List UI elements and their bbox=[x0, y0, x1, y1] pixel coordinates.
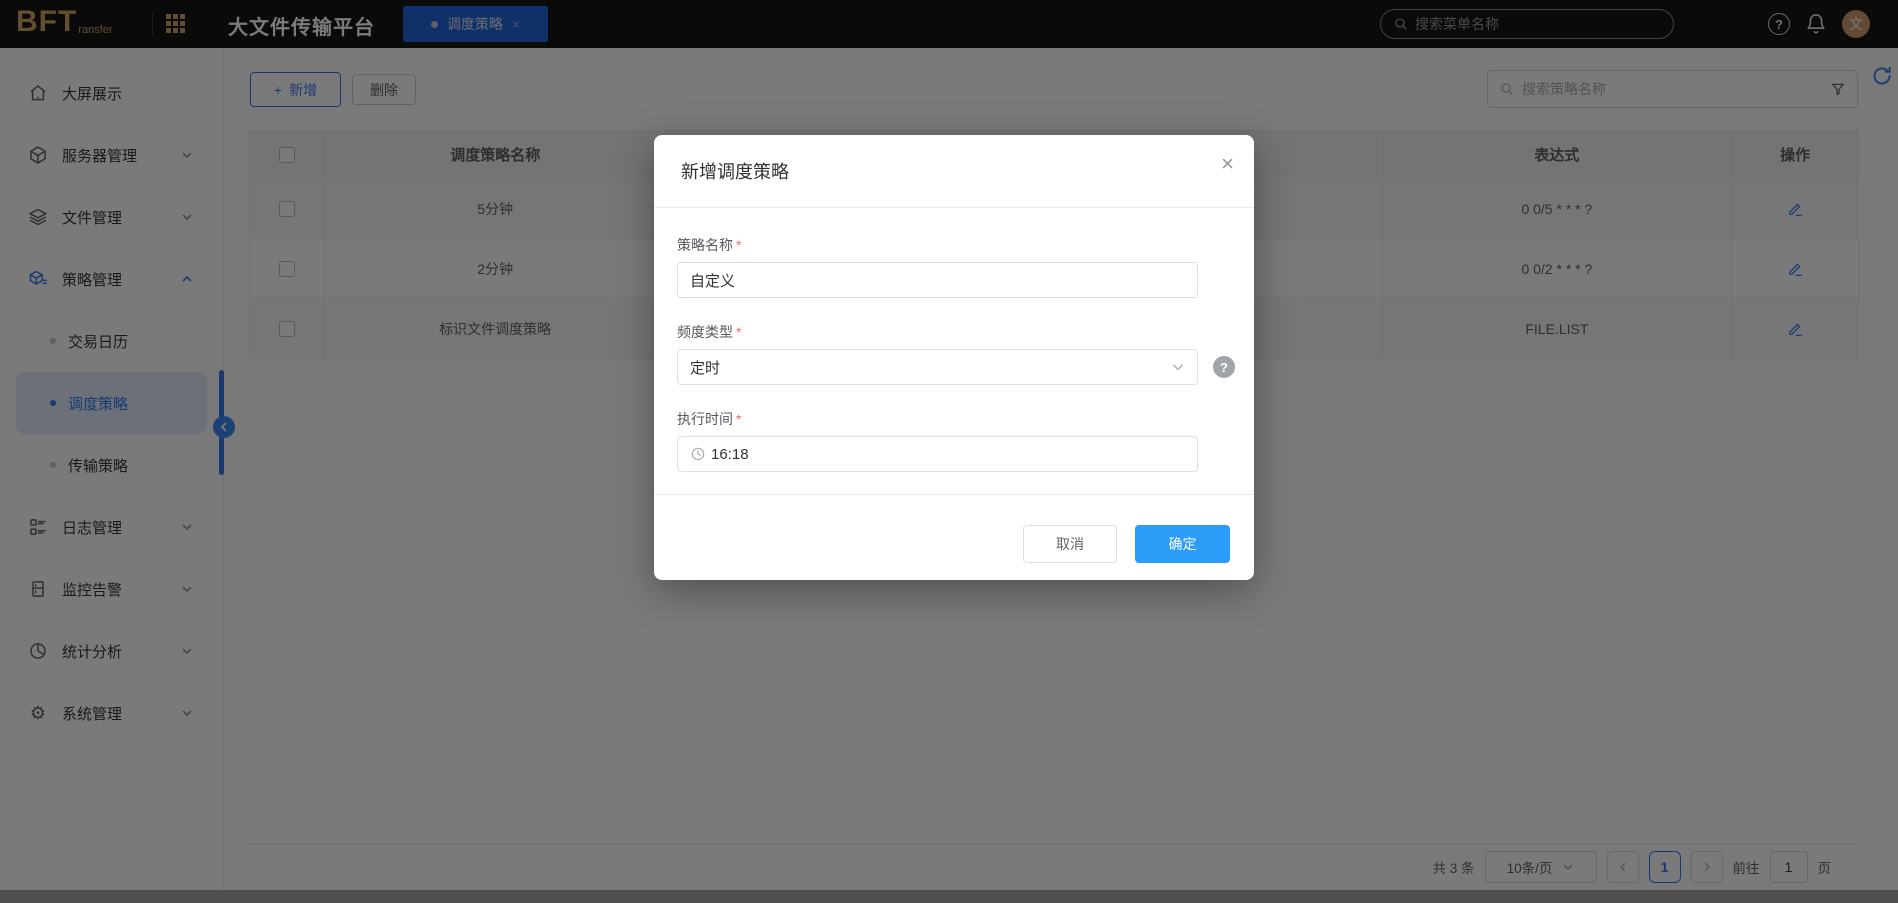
dialog-title: 新增调度策略 bbox=[681, 162, 789, 182]
clock-icon bbox=[690, 446, 706, 462]
cancel-button[interactable]: 取消 bbox=[1023, 525, 1117, 563]
frequency-help-icon[interactable]: ? bbox=[1213, 356, 1235, 378]
frequency-type-value[interactable] bbox=[690, 358, 1171, 376]
policy-name-input[interactable] bbox=[690, 271, 1185, 289]
execute-time-input[interactable] bbox=[711, 445, 1185, 463]
frequency-type-label: 频度类型 * bbox=[677, 324, 742, 340]
required-asterisk: * bbox=[736, 237, 742, 253]
add-policy-dialog: 新增调度策略 × 策略名称* 频度类型* ? 执行时间* 取消 确定 bbox=[654, 135, 1254, 580]
dialog-close-icon[interactable]: × bbox=[1221, 153, 1234, 175]
required-asterisk: * bbox=[736, 411, 742, 427]
execute-time-field[interactable] bbox=[677, 436, 1198, 472]
policy-name-field[interactable] bbox=[677, 262, 1198, 298]
required-asterisk: * bbox=[736, 324, 742, 340]
frequency-type-select[interactable] bbox=[677, 349, 1198, 385]
confirm-button[interactable]: 确定 bbox=[1135, 525, 1230, 563]
policy-name-label: 策略名称 * bbox=[677, 237, 742, 253]
chevron-down-icon bbox=[1171, 360, 1185, 374]
execute-time-label: 执行时间 * bbox=[677, 411, 742, 427]
dialog-footer-divider bbox=[654, 494, 1254, 495]
dialog-header-divider bbox=[654, 207, 1254, 208]
